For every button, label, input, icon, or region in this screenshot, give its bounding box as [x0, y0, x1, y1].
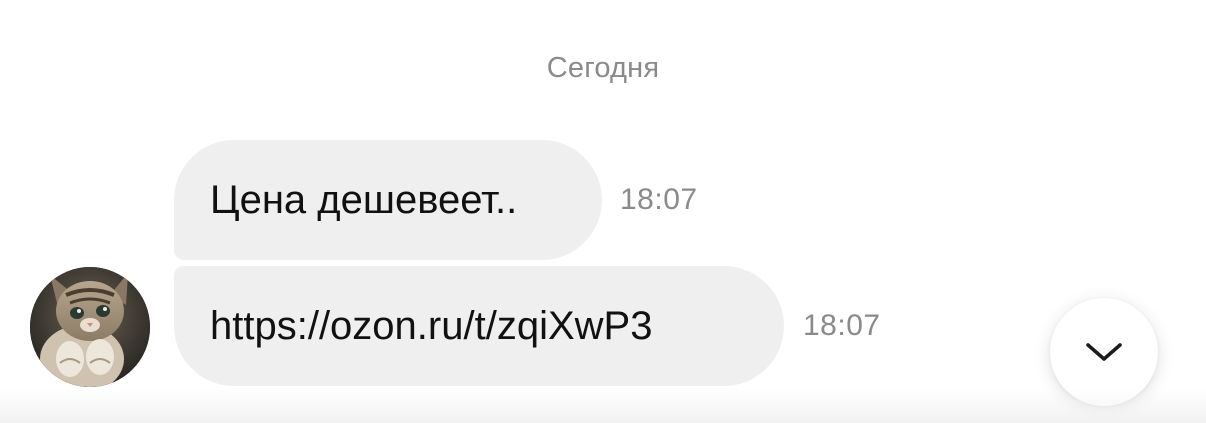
message-link[interactable]: https://ozon.ru/t/zqiXwP3 [210, 306, 652, 346]
chevron-down-icon [1086, 343, 1122, 361]
message-text: Цена дешевеет.. [210, 178, 518, 222]
message-bubble[interactable]: Цена дешевеет.. [174, 140, 602, 260]
message-bubble[interactable]: https://ozon.ru/t/zqiXwP3 [174, 266, 784, 386]
message-row: Цена дешевеет.. 18:07 [0, 140, 1206, 260]
message-time: 18:07 [803, 309, 881, 342]
message-time: 18:07 [620, 183, 698, 216]
message-row: https://ozon.ru/t/zqiXwP3 18:07 [0, 266, 1206, 386]
chat-thread: Сегодня Цена дешевеет.. 18:07 https://oz… [0, 0, 1206, 423]
date-divider: Сегодня [546, 52, 660, 84]
scroll-to-bottom-button[interactable] [1050, 298, 1158, 406]
bottom-fade [0, 389, 1206, 423]
